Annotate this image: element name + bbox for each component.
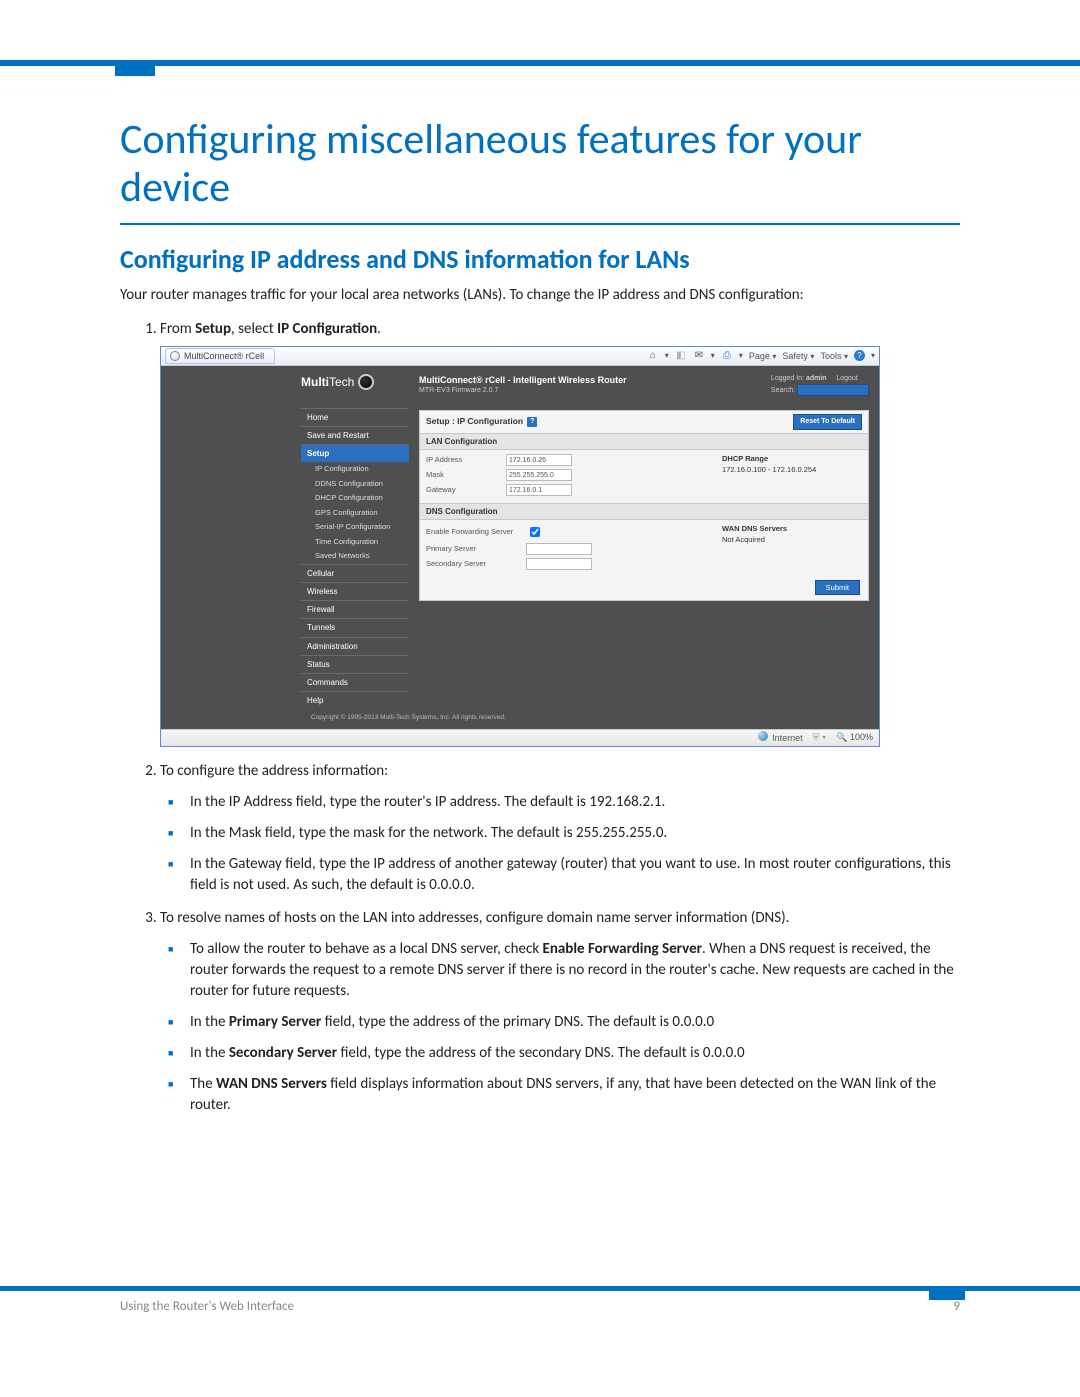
step3-bullet-forwarding: To allow the router to behave as a local… bbox=[190, 939, 960, 1002]
status-protected-mode-icon: ⛨ ▾ bbox=[813, 731, 827, 744]
primary-server-input[interactable] bbox=[526, 543, 592, 555]
multitech-logo: MultiTech bbox=[301, 374, 374, 391]
page-title: Configuring miscellaneous features for y… bbox=[120, 116, 960, 213]
nav-help[interactable]: Help bbox=[301, 691, 409, 709]
router-firmware: MTR-EV3 Firmware 2.0.7 bbox=[419, 386, 627, 396]
step2-bullet-gateway: In the Gateway field, type the IP addres… bbox=[190, 854, 960, 896]
step-1: From Setup, select IP Configuration. Mul… bbox=[160, 319, 960, 747]
ip-address-input[interactable] bbox=[506, 454, 572, 466]
panel-help-icon[interactable]: ? bbox=[527, 417, 537, 427]
header-accent-bar bbox=[0, 60, 1080, 66]
footer-page-number: 9 bbox=[953, 1299, 960, 1314]
intro-paragraph: Your router manages traffic for your loc… bbox=[120, 285, 960, 305]
nav-setup[interactable]: Setup bbox=[301, 444, 409, 462]
page-menu[interactable]: Page ▾ bbox=[749, 350, 777, 363]
ip-address-label: IP Address bbox=[426, 455, 506, 466]
primary-server-label: Primary Server bbox=[426, 544, 526, 555]
nav-gps-config[interactable]: GPS Configuration bbox=[301, 506, 409, 521]
dns-config-header: DNS Configuration bbox=[420, 503, 868, 520]
status-internet: Internet bbox=[758, 731, 803, 745]
sidebar-nav: MultiTech Home Save and Restart Setup IP… bbox=[301, 366, 409, 710]
logged-in-user: admin bbox=[806, 375, 827, 382]
nav-tunnels[interactable]: Tunnels bbox=[301, 618, 409, 636]
globe-icon bbox=[758, 731, 768, 741]
home-icon[interactable]: ⌂ bbox=[647, 350, 659, 362]
router-copyright: Copyright © 1995-2013 Multi-Tech Systems… bbox=[161, 709, 879, 728]
browser-toolbar: ⌂▾ ◧ ✉▾ ⎙▾ Page ▾ Safety ▾ Tools ▾ ?▾ bbox=[647, 350, 875, 363]
reset-to-default-button[interactable]: Reset To Default bbox=[793, 414, 862, 430]
print-icon[interactable]: ⎙ bbox=[721, 350, 733, 362]
secondary-server-label: Secondary Server bbox=[426, 559, 526, 570]
nav-ddns-config[interactable]: DDNS Configuration bbox=[301, 477, 409, 492]
nav-cellular[interactable]: Cellular bbox=[301, 564, 409, 582]
logo-ball-icon bbox=[358, 374, 374, 390]
feed-icon[interactable]: ◧ bbox=[675, 350, 687, 362]
nav-time-config[interactable]: Time Configuration bbox=[301, 535, 409, 550]
nav-home[interactable]: Home bbox=[301, 408, 409, 426]
step2-bullet-mask: In the Mask field, type the mask for the… bbox=[190, 823, 960, 844]
nav-wireless[interactable]: Wireless bbox=[301, 582, 409, 600]
step2-bullet-ip: In the IP Address field, type the router… bbox=[190, 792, 960, 813]
gateway-input[interactable] bbox=[506, 484, 572, 496]
help-icon[interactable]: ? bbox=[854, 350, 865, 361]
lan-config-header: LAN Configuration bbox=[420, 433, 868, 450]
step3-bullet-primary: In the Primary Server field, type the ad… bbox=[190, 1012, 960, 1033]
tab-title: MultiConnect® rCell bbox=[184, 350, 264, 363]
dhcp-range-value: 172.16.0.100 - 172.16.0.254 bbox=[722, 465, 862, 476]
status-zoom[interactable]: 🔍 100% bbox=[836, 731, 873, 744]
browser-tab-bar: MultiConnect® rCell ⌂▾ ◧ ✉▾ ⎙▾ Page ▾ Sa… bbox=[161, 347, 879, 366]
mail-icon[interactable]: ✉ bbox=[693, 350, 705, 362]
tools-menu[interactable]: Tools ▾ bbox=[820, 350, 848, 363]
wan-dns-header: WAN DNS Servers bbox=[722, 524, 862, 535]
step-3: To resolve names of hosts on the LAN int… bbox=[160, 908, 960, 1116]
dhcp-range-header: DHCP Range bbox=[722, 454, 862, 465]
title-rule bbox=[120, 223, 960, 225]
step-2: To configure the address information: In… bbox=[160, 761, 960, 896]
enable-forwarding-label: Enable Forwarding Server bbox=[426, 527, 526, 538]
footer-chapter: Using the Router's Web Interface bbox=[120, 1299, 294, 1314]
step3-bullet-secondary: In the Secondary Server field, type the … bbox=[190, 1043, 960, 1064]
nav-save-restart[interactable]: Save and Restart bbox=[301, 426, 409, 444]
nav-firewall[interactable]: Firewall bbox=[301, 600, 409, 618]
step3-bullet-wan: The WAN DNS Servers field displays infor… bbox=[190, 1074, 960, 1116]
favicon-icon bbox=[170, 351, 180, 361]
ip-config-panel: Setup : IP Configuration ? Reset To Defa… bbox=[419, 410, 869, 601]
gateway-label: Gateway bbox=[426, 485, 506, 496]
mask-input[interactable] bbox=[506, 469, 572, 481]
submit-button[interactable]: Submit bbox=[815, 580, 860, 595]
secondary-server-input[interactable] bbox=[526, 558, 592, 570]
logged-in-label: Logged In: bbox=[771, 375, 804, 382]
nav-ip-config[interactable]: IP Configuration bbox=[301, 462, 409, 477]
nav-saved-networks[interactable]: Saved Networks bbox=[301, 549, 409, 564]
router-ui-screenshot: MultiConnect® rCell ⌂▾ ◧ ✉▾ ⎙▾ Page ▾ Sa… bbox=[160, 346, 880, 747]
panel-breadcrumb: Setup : IP Configuration bbox=[426, 416, 523, 428]
nav-status[interactable]: Status bbox=[301, 655, 409, 673]
browser-tab[interactable]: MultiConnect® rCell bbox=[165, 348, 275, 364]
nav-dhcp-config[interactable]: DHCP Configuration bbox=[301, 491, 409, 506]
wan-dns-value: Not Acquired bbox=[722, 535, 862, 546]
enable-forwarding-checkbox[interactable] bbox=[530, 527, 540, 537]
nav-commands[interactable]: Commands bbox=[301, 673, 409, 691]
nav-administration[interactable]: Administration bbox=[301, 637, 409, 655]
router-title: MultiConnect® rCell - Intelligent Wirele… bbox=[419, 374, 627, 387]
mask-label: Mask bbox=[426, 470, 506, 481]
nav-serial-ip-config[interactable]: Serial-IP Configuration bbox=[301, 520, 409, 535]
logout-link[interactable]: Logout bbox=[836, 375, 857, 382]
search-label: Search: bbox=[771, 386, 795, 393]
safety-menu[interactable]: Safety ▾ bbox=[782, 350, 814, 363]
browser-status-bar: Internet ⛨ ▾ 🔍 100% bbox=[161, 729, 879, 746]
search-input[interactable] bbox=[797, 384, 869, 396]
footer-accent-bar bbox=[0, 1286, 1080, 1291]
section-title: Configuring IP address and DNS informati… bbox=[120, 243, 960, 275]
